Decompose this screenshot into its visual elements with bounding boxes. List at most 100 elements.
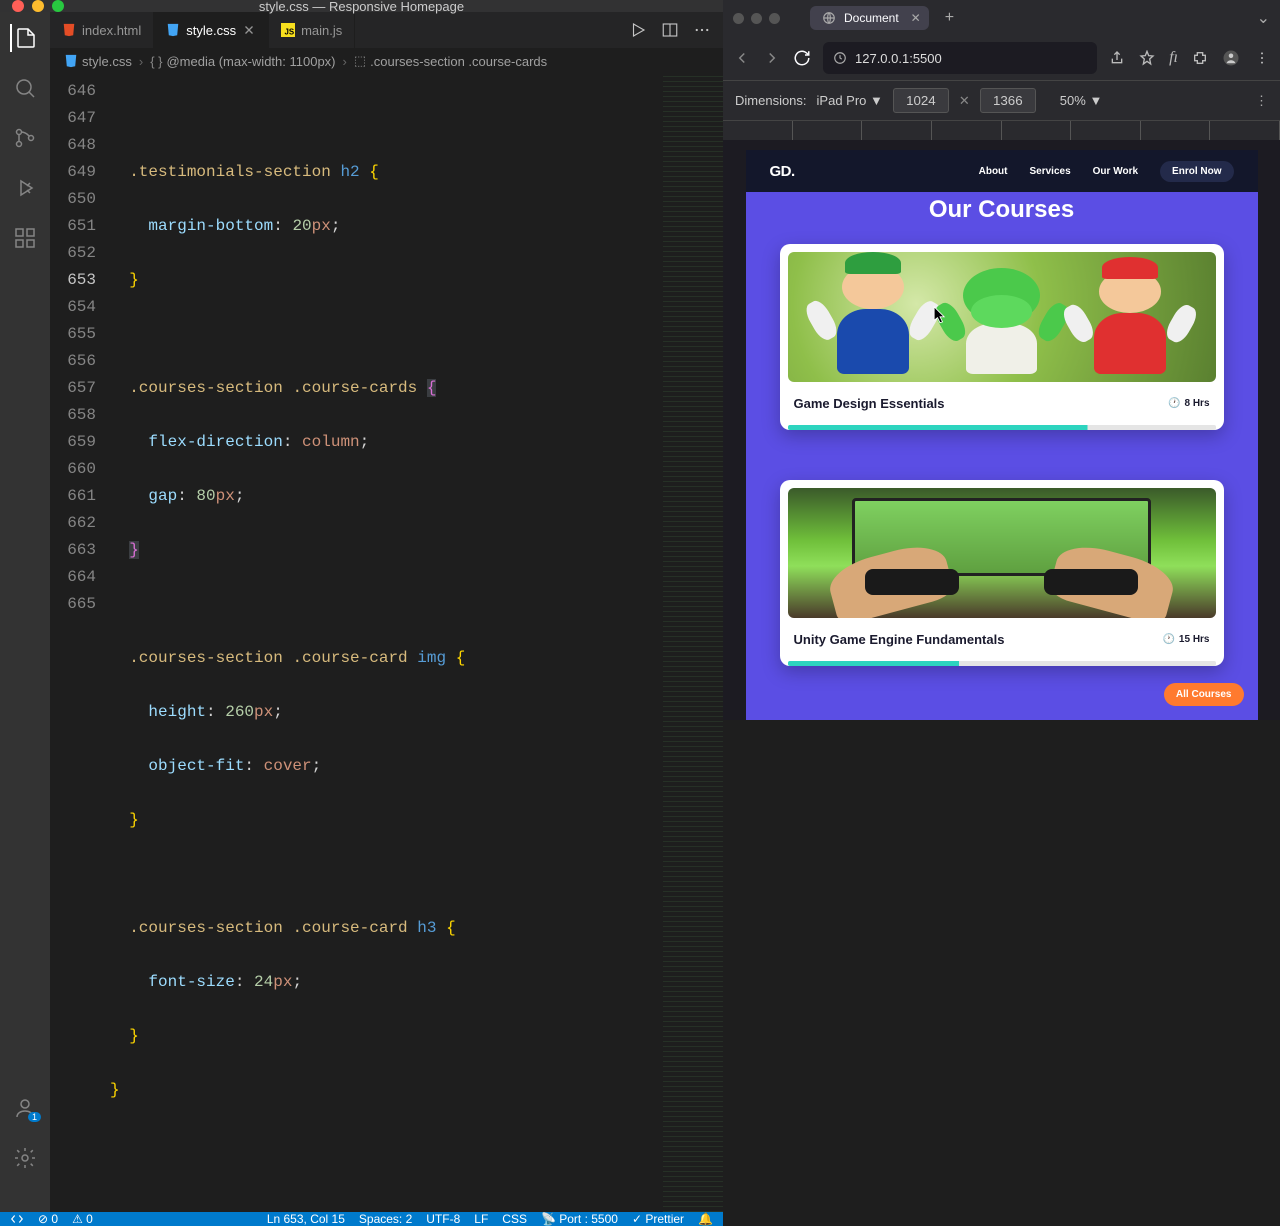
browser-window: Document ✕ + ⌄ 127.0.0.1:5500 fı Dimensi… (723, 0, 1280, 720)
status-bell-icon[interactable]: 🔔 (698, 1212, 713, 1226)
explorer-icon[interactable] (10, 24, 38, 52)
url-text: 127.0.0.1:5500 (855, 51, 942, 66)
zoom-selector[interactable]: 50% ▼ (1060, 93, 1103, 108)
site-header: GD. About Services Our Work Enrol Now (746, 150, 1258, 192)
run-icon[interactable] (629, 21, 647, 39)
split-editor-icon[interactable] (661, 21, 679, 39)
status-port[interactable]: 📡 Port : 5500 (541, 1212, 618, 1226)
minimap[interactable] (663, 74, 723, 1212)
share-icon[interactable] (1109, 50, 1125, 66)
reader-icon[interactable]: fı (1169, 49, 1178, 67)
browser-minimize[interactable] (751, 13, 762, 24)
extensions-puzzle-icon[interactable] (1192, 50, 1208, 66)
profile-icon[interactable] (1222, 49, 1240, 67)
course-title: Game Design Essentials (794, 396, 945, 411)
progress-bar (788, 661, 1216, 666)
status-prettier[interactable]: ✓ Prettier (632, 1212, 684, 1226)
maximize-window[interactable] (52, 0, 64, 12)
account-icon[interactable]: 1 (11, 1094, 39, 1122)
address-bar[interactable]: 127.0.0.1:5500 (823, 42, 1097, 74)
titlebar: style.css — Responsive Homepage (0, 0, 723, 12)
code-editor[interactable]: 6466476486496506516526536546556566576586… (50, 74, 723, 1212)
nav-services[interactable]: Services (1030, 166, 1071, 177)
tab-label: style.css (186, 23, 236, 38)
extensions-icon[interactable] (11, 224, 39, 252)
minimize-window[interactable] (32, 0, 44, 12)
site-nav: About Services Our Work Enrol Now (979, 161, 1234, 182)
status-remote-icon[interactable] (10, 1212, 24, 1226)
browser-toolbar: 127.0.0.1:5500 fı (723, 36, 1280, 80)
height-input[interactable] (980, 88, 1036, 113)
enrol-button[interactable]: Enrol Now (1160, 161, 1233, 182)
site-logo[interactable]: GD. (770, 163, 795, 180)
status-cursor[interactable]: Ln 653, Col 15 (267, 1212, 345, 1226)
browser-close[interactable] (733, 13, 744, 24)
section-title: Our Courses (746, 192, 1258, 244)
tab-style-css[interactable]: style.css (154, 12, 269, 48)
course-card[interactable]: Game Design Essentials 🕐 8 Hrs (780, 244, 1224, 430)
responsive-ruler[interactable] (723, 120, 1280, 140)
more-icon[interactable] (693, 21, 711, 39)
editor-area: index.html style.css JS main.js (50, 12, 723, 1212)
all-courses-button[interactable]: All Courses (1164, 683, 1244, 706)
close-tab-icon[interactable] (242, 23, 256, 37)
browser-maximize[interactable] (769, 13, 780, 24)
nav-about[interactable]: About (979, 166, 1008, 177)
rendered-page: GD. About Services Our Work Enrol Now Ou… (746, 150, 1258, 720)
breadcrumb-selector: .courses-section .course-cards (370, 54, 547, 69)
status-errors[interactable]: ⊘ 0 (38, 1212, 58, 1226)
activity-bar: 1 (0, 12, 50, 1212)
breadcrumb[interactable]: style.css › { } @media (max-width: 1100p… (50, 48, 723, 74)
tab-index-html[interactable]: index.html (50, 12, 154, 48)
vscode-window: style.css — Responsive Homepage 1 (0, 0, 723, 720)
editor-tabs: index.html style.css JS main.js (50, 12, 723, 48)
responsive-viewport[interactable]: GD. About Services Our Work Enrol Now Ou… (723, 140, 1280, 720)
reload-icon[interactable] (793, 49, 811, 67)
course-hours: 🕐 15 Hrs (1162, 634, 1209, 645)
browser-chevron-icon[interactable]: ⌄ (1257, 8, 1270, 28)
device-selector[interactable]: iPad Pro ▼ (817, 93, 883, 108)
source-control-icon[interactable] (11, 124, 39, 152)
browser-tab-title: Document (844, 11, 899, 25)
browser-tab[interactable]: Document ✕ (810, 6, 929, 30)
status-bar: ⊘ 0 ⚠ 0 Ln 653, Col 15 Spaces: 2 UTF-8 L… (0, 1212, 723, 1226)
editor-actions (629, 21, 723, 39)
breadcrumb-file: style.css (82, 54, 132, 69)
nav-our-work[interactable]: Our Work (1093, 166, 1138, 177)
new-tab-icon[interactable]: + (945, 9, 954, 27)
dimensions-label: Dimensions: (735, 93, 807, 108)
progress-bar (788, 425, 1216, 430)
debug-icon[interactable] (11, 174, 39, 202)
status-eol[interactable]: LF (474, 1212, 488, 1226)
line-gutter: 6466476486496506516526536546556566576586… (50, 74, 110, 1212)
breadcrumb-media: @media (max-width: 1100px) (166, 54, 335, 69)
back-icon[interactable] (733, 49, 751, 67)
course-image (788, 488, 1216, 618)
code-content[interactable]: .testimonials-section h2 { margin-bottom… (110, 74, 723, 1212)
dimension-separator: ✕ (959, 93, 970, 109)
status-lang[interactable]: CSS (502, 1212, 527, 1226)
status-spaces[interactable]: Spaces: 2 (359, 1212, 412, 1226)
window-title: style.css — Responsive Homepage (259, 0, 464, 14)
status-warnings[interactable]: ⚠ 0 (72, 1212, 93, 1226)
window-controls (12, 0, 64, 12)
status-encoding[interactable]: UTF-8 (426, 1212, 460, 1226)
search-icon[interactable] (11, 74, 39, 102)
account-badge: 1 (28, 1112, 41, 1122)
course-title: Unity Game Engine Fundamentals (794, 632, 1005, 647)
browser-tab-close-icon[interactable]: ✕ (911, 11, 921, 25)
svg-text:JS: JS (285, 27, 295, 36)
course-card[interactable]: Unity Game Engine Fundamentals 🕐 15 Hrs (780, 480, 1224, 666)
tab-main-js[interactable]: JS main.js (269, 12, 355, 48)
close-window[interactable] (12, 0, 24, 12)
settings-gear-icon[interactable] (11, 1144, 39, 1172)
course-image (788, 252, 1216, 382)
bookmark-icon[interactable] (1139, 50, 1155, 66)
forward-icon[interactable] (763, 49, 781, 67)
width-input[interactable] (893, 88, 949, 113)
devtools-bar: Dimensions: iPad Pro ▼ ✕ 50% ▼ ⋮ (723, 80, 1280, 120)
course-hours: 🕐 8 Hrs (1168, 398, 1209, 409)
devtools-more-icon[interactable]: ⋮ (1255, 93, 1268, 109)
menu-icon[interactable] (1254, 50, 1270, 66)
course-cards: Game Design Essentials 🕐 8 Hrs Unity Gam… (746, 244, 1258, 666)
